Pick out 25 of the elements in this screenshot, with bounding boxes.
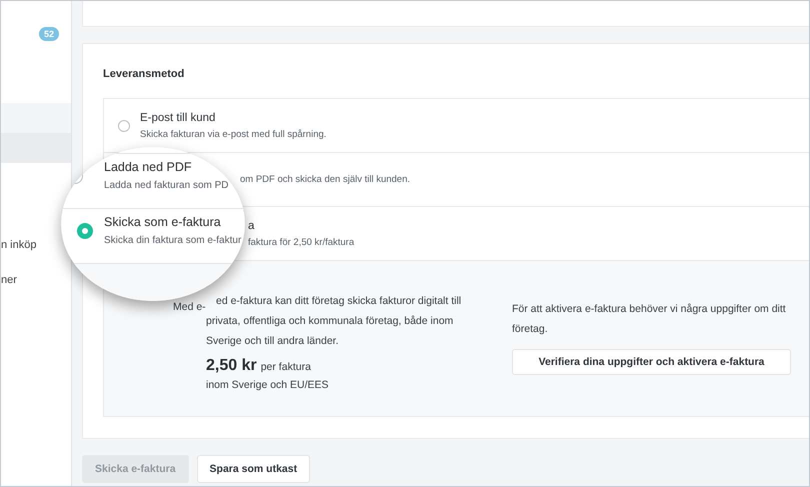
radio-button[interactable] (118, 120, 130, 132)
price-note: inom Sverige och EU/EES (206, 378, 329, 393)
price-unit: per faktura (260, 361, 311, 373)
save-draft-button[interactable]: Spara som utkast (196, 455, 310, 483)
info-text: ed e-faktura kan ditt företag skicka fakturor digitalt till (216, 294, 462, 309)
option-title: Ladda ned PDF (104, 160, 192, 174)
option-title: Skicka som e-faktura (104, 215, 221, 229)
verify-button[interactable]: Verifiera dina uppgifter och aktivera e-faktura (512, 349, 791, 375)
info-text: privata, offentliga och kommunala företag, både inom (206, 314, 454, 329)
option-description: Skicka din faktura som e-faktur (104, 235, 242, 246)
option-description: om PDF och skicka den själv till kunden. (240, 174, 410, 185)
radio-button[interactable] (77, 222, 93, 238)
info-text: Med e- (173, 301, 206, 313)
option-title: E-post till kund (140, 112, 216, 124)
price: 2,50 kr (206, 357, 257, 375)
sidebar-item[interactable]: n inköp (1, 239, 36, 251)
info-text: Sverige och till andra länder. (206, 334, 338, 349)
option-description: Ladda ned fakturan som PD (104, 180, 229, 191)
count-badge: 52 (38, 27, 59, 41)
section-heading: Leveransmetod (103, 68, 186, 80)
sidebar-item[interactable]: ner (1, 274, 17, 286)
activation-text: För att aktivera e-faktura behöver vi några uppgifter om ditt företag. (512, 302, 787, 337)
option-title: a (248, 220, 254, 232)
option-description: Skicka fakturan via e-post med full spårning. (140, 128, 326, 140)
option-description: faktura för 2,50 kr/faktura (248, 236, 354, 248)
